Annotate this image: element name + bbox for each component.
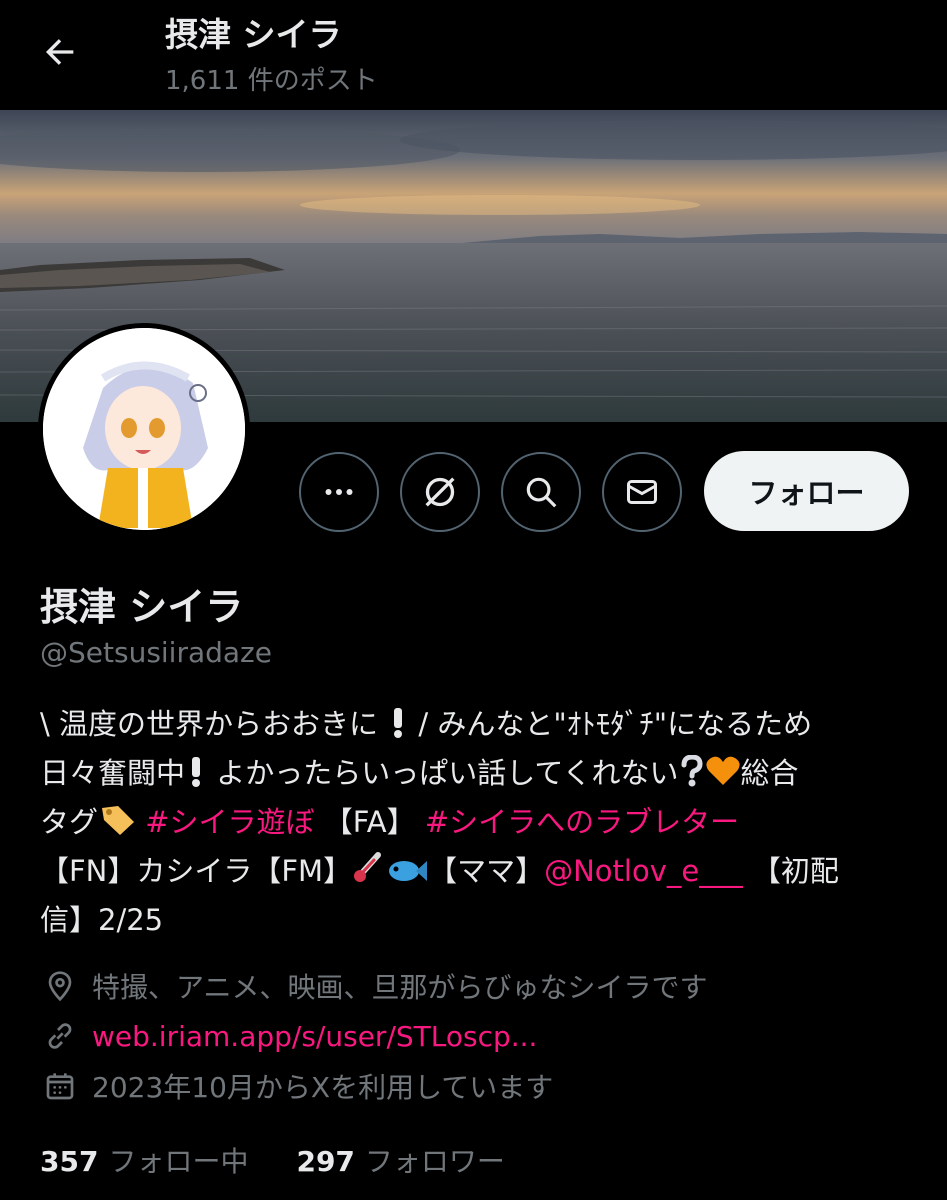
location-text: 特撮、アニメ、映画、旦那がらびゅなシイラです — [92, 971, 708, 1004]
hashtag-link[interactable]: #シイラ遊ぼ — [145, 805, 314, 839]
exclamation-emoji-icon — [387, 706, 409, 751]
following-link[interactable]: 357 フォロー中 — [40, 1140, 248, 1180]
following-count: 357 — [40, 1145, 99, 1178]
orange-heart-icon — [705, 755, 741, 800]
display-name: 摂津 シイラ — [40, 585, 244, 629]
arrow-left-icon — [45, 39, 74, 65]
follow-stats: 357 フォロー中 297 フォロワー — [40, 1140, 505, 1180]
followers-label: フォロワー — [364, 1145, 505, 1178]
mention-link[interactable]: @Notlov_e___ — [544, 854, 743, 888]
label-tag-icon — [98, 802, 136, 849]
joined-row: 2023年10月からXを利用しています — [40, 1066, 553, 1106]
calendar-icon — [40, 1066, 80, 1106]
more-button[interactable] — [299, 452, 379, 532]
search-button[interactable] — [501, 452, 581, 532]
bio-line-5: 信】2/25 — [40, 903, 164, 937]
envelope-icon — [627, 480, 657, 504]
question-emoji-icon — [679, 754, 705, 800]
grok-icon — [425, 477, 455, 507]
bio-line-2: 日々奮闘中 よかったらいっぱい話してくれない 総合 — [40, 751, 920, 800]
joined-text: 2023年10月からXを利用しています — [92, 1071, 554, 1104]
bio-line-1: \ 温度の世界からおおきに / みんなと"ｵﾄﾓﾀﾞﾁ"になるため — [40, 702, 920, 751]
link-icon — [40, 1016, 80, 1056]
message-button[interactable] — [602, 452, 682, 532]
hashtag-link[interactable]: #シイラへのラブレター — [425, 805, 739, 839]
more-icon — [325, 489, 353, 495]
location-pin-icon — [40, 966, 80, 1006]
handle: @Setsusiiradaze — [40, 636, 272, 669]
fish-icon — [386, 853, 428, 898]
followers-count: 297 — [296, 1145, 355, 1178]
website-link[interactable]: web.iriam.app/s/user/STLoscp... — [92, 1020, 537, 1053]
followers-link[interactable]: 297 フォロワー — [296, 1140, 504, 1180]
location-row: 特撮、アニメ、映画、旦那がらびゅなシイラです — [40, 966, 707, 1006]
exclamation-emoji-icon — [185, 755, 207, 800]
post-count: 1,611 件のポスト — [165, 66, 378, 96]
bio: \ 温度の世界からおおきに / みんなと"ｵﾄﾓﾀﾞﾁ"になるため 日々奮闘中 … — [40, 702, 920, 943]
following-label: フォロー中 — [108, 1145, 249, 1178]
thermometer-icon — [352, 851, 386, 898]
header-title: 摂津 シイラ — [165, 15, 342, 54]
avatar[interactable] — [38, 323, 250, 535]
bio-line-3: タグ #シイラ遊ぼ 【FA】 #シイラへのラブレター — [40, 800, 920, 849]
search-icon — [526, 477, 557, 508]
avatar-image — [43, 328, 245, 530]
website-row: web.iriam.app/s/user/STLoscp... — [40, 1016, 537, 1056]
back-button[interactable] — [34, 26, 86, 78]
grok-button[interactable] — [400, 452, 480, 532]
bio-line-4: 【FN】カシイラ【FM】 【ママ】@Notlov_e___ 【初配 — [40, 849, 920, 898]
follow-button[interactable]: フォロー — [704, 451, 909, 531]
